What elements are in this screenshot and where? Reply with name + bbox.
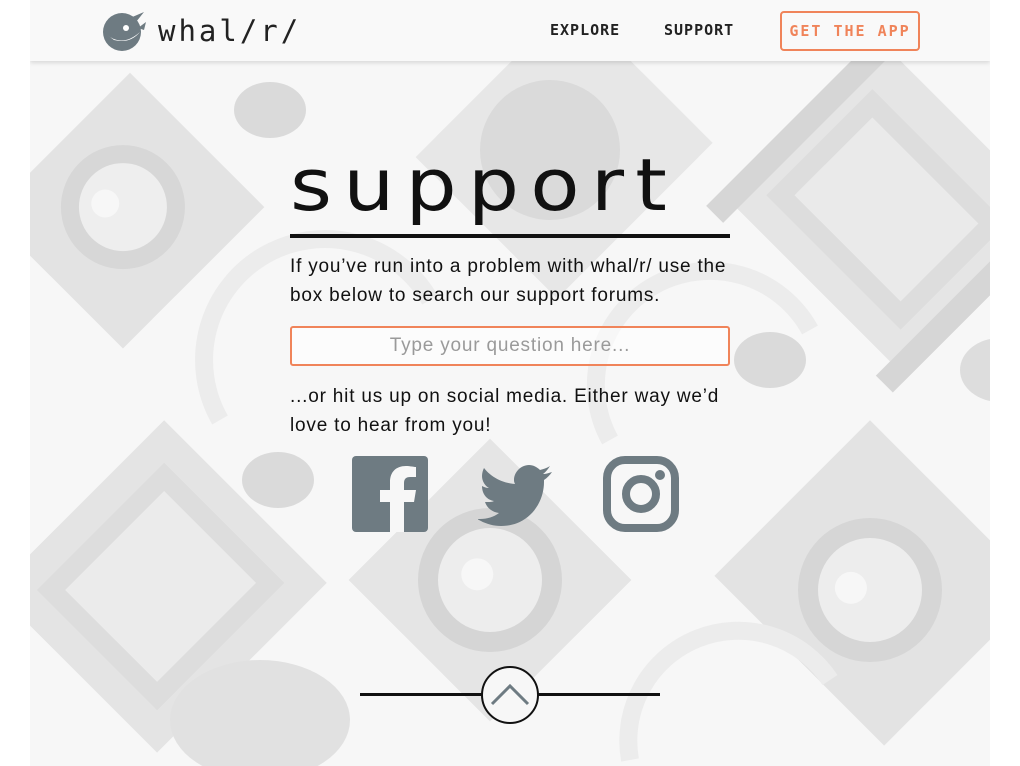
get-the-app-button[interactable]: GET THE APP <box>780 11 920 51</box>
intro-text: If you’ve run into a problem with whal/r… <box>290 256 727 306</box>
scroll-to-top-button[interactable] <box>481 666 539 724</box>
nav-support[interactable]: SUPPORT <box>664 21 734 39</box>
twitter-icon[interactable] <box>478 456 554 532</box>
chevron-up-icon <box>490 683 530 706</box>
title-divider <box>290 234 730 238</box>
facebook-icon[interactable] <box>352 456 428 532</box>
social-text: ...or hit us up on social media. Either … <box>290 386 720 436</box>
support-section: support If you’ve run into a problem wit… <box>290 140 730 532</box>
support-search-input[interactable] <box>290 326 730 366</box>
logo-text: whal/r/ <box>158 14 302 48</box>
page: whal/r/ EXPLORE SUPPORT GET THE APP supp… <box>30 0 990 766</box>
top-nav-bar: whal/r/ EXPLORE SUPPORT GET THE APP <box>30 0 990 61</box>
nav-explore[interactable]: EXPLORE <box>550 21 620 39</box>
whale-logo-icon <box>103 12 146 51</box>
social-links <box>290 456 730 536</box>
instagram-icon[interactable] <box>603 456 679 532</box>
page-title: support <box>290 143 679 227</box>
logo[interactable]: whal/r/ <box>100 10 301 52</box>
